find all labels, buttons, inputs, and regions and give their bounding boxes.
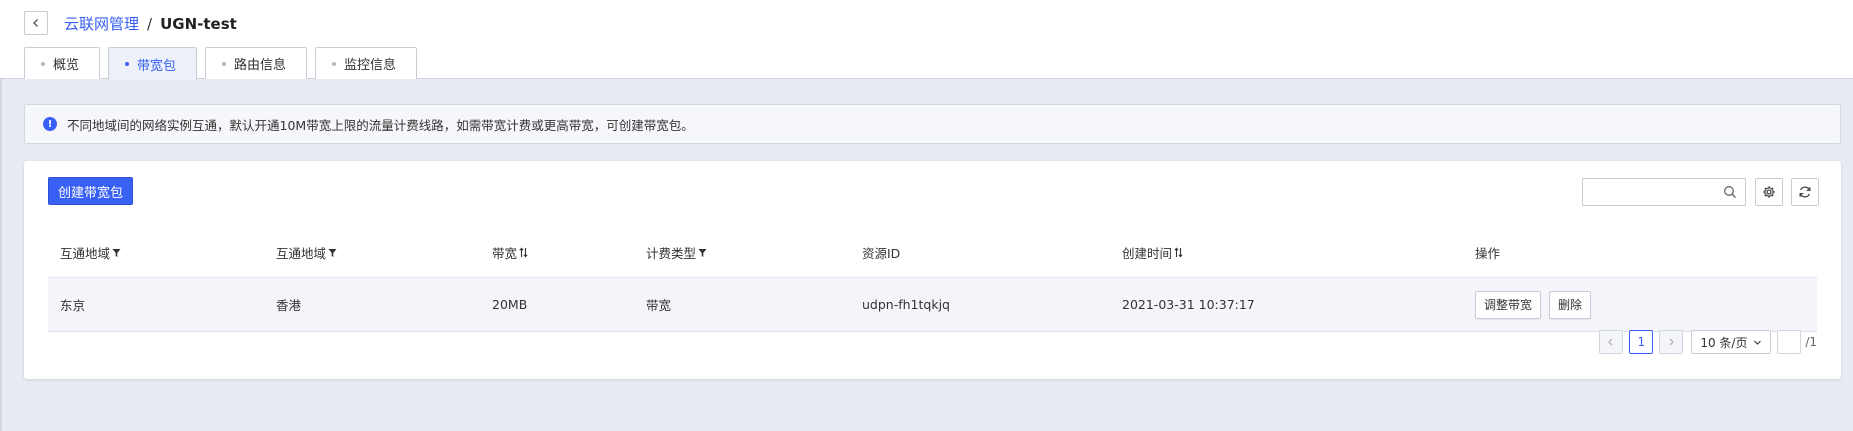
page-size-select[interactable]: 10 条/页 (1691, 330, 1772, 354)
column-header-label: 互通地域 (276, 246, 327, 261)
cell-region-b: 香港 (276, 298, 302, 313)
cell-bandwidth: 20MB (492, 297, 528, 312)
column-header-label: 互通地域 (60, 246, 111, 261)
cell-created-time: 2021-03-31 10:37:17 (1122, 297, 1255, 312)
chevron-left-icon (1608, 338, 1613, 346)
chevron-left-icon (33, 19, 38, 27)
cell-actions: 调整带宽 删除 (1463, 290, 1817, 319)
adjust-bandwidth-button[interactable]: 调整带宽 (1475, 290, 1542, 319)
page-number-button[interactable]: 1 (1629, 330, 1654, 354)
tab-dot-icon (41, 61, 45, 66)
tab-label: 概览 (53, 58, 80, 73)
cell-resource-id: udpn-fh1tqkjq (862, 297, 950, 312)
column-header-label: 创建时间 (1122, 246, 1173, 261)
tab-dot-icon (125, 62, 130, 66)
column-header-resource-id: 资源ID (850, 243, 1110, 262)
breadcrumb-parent-link[interactable]: 云联网管理 (64, 13, 139, 34)
column-header-created-time[interactable]: 创建时间 (1110, 243, 1463, 262)
page-size-value: 10 条/页 (1700, 335, 1748, 350)
column-header-label: 计费类型 (646, 246, 697, 261)
column-header-region-a[interactable]: 互通地域 (48, 243, 264, 262)
tab-overview[interactable]: 概览 (24, 47, 101, 79)
search-box[interactable] (1582, 178, 1746, 206)
back-button[interactable] (24, 11, 48, 35)
search-input[interactable] (1589, 179, 1719, 205)
info-icon: ! (43, 117, 57, 131)
cell-region-a: 东京 (60, 298, 86, 313)
tab-dot-icon (222, 61, 227, 66)
gear-icon (1763, 186, 1775, 198)
info-notice: ! 不同地域间的网络实例互通，默认开通10M带宽上限的流量计费线路，如需带宽计费… (24, 104, 1841, 144)
tab-label: 带宽包 (137, 58, 177, 74)
page-jump-input[interactable] (1777, 330, 1802, 354)
filter-icon[interactable] (112, 248, 121, 258)
refresh-icon (1799, 186, 1811, 198)
tab-route-info[interactable]: 路由信息 (205, 47, 308, 79)
table-row: 东京 香港 20MB 带宽 udpn-fh1tqkjq 2021-03-31 1… (48, 278, 1817, 332)
breadcrumb-separator: / (147, 14, 153, 33)
sort-icon[interactable] (519, 247, 528, 258)
tab-label: 路由信息 (234, 58, 287, 73)
chevron-right-icon (1669, 338, 1675, 346)
tab-monitor-info[interactable]: 监控信息 (315, 47, 418, 79)
next-page-button[interactable] (1659, 330, 1684, 354)
tab-bandwidth-package[interactable]: 带宽包 (108, 47, 198, 80)
delete-button[interactable]: 删除 (1549, 290, 1592, 319)
search-icon[interactable] (1723, 185, 1737, 199)
column-header-label: 资源ID (862, 246, 901, 261)
column-header-billing-type[interactable]: 计费类型 (634, 243, 850, 262)
settings-button[interactable] (1755, 178, 1783, 206)
top-header: 云联网管理 / UGN-test 概览 带宽包 路由信息 监控信息 (0, 0, 1853, 80)
tab-label: 监控信息 (344, 58, 397, 73)
column-header-label: 带宽 (492, 246, 518, 261)
pagination: 1 10 条/页 /1 (1593, 330, 1817, 354)
filter-icon[interactable] (328, 248, 337, 258)
tab-dot-icon (332, 61, 337, 66)
page-total: /1 (1805, 335, 1817, 349)
page-left-edge (0, 79, 2, 431)
column-header-region-b[interactable]: 互通地域 (264, 243, 480, 262)
notice-text: 不同地域间的网络实例互通，默认开通10M带宽上限的流量计费线路，如需带宽计费或更… (67, 117, 694, 133)
create-bandwidth-package-button[interactable]: 创建带宽包 (48, 177, 134, 205)
table-header: 互通地域 互通地域 带宽 计费类型 资源ID 创建时间 操作 (48, 228, 1817, 278)
column-header-label: 操作 (1475, 246, 1501, 261)
cell-billing-type: 带宽 (646, 298, 672, 313)
refresh-button[interactable] (1791, 178, 1819, 206)
bandwidth-package-table: 互通地域 互通地域 带宽 计费类型 资源ID 创建时间 操作 东京 香港 20M… (48, 228, 1817, 332)
prev-page-button[interactable] (1599, 330, 1624, 354)
sort-icon[interactable] (1174, 247, 1183, 258)
column-header-bandwidth[interactable]: 带宽 (480, 243, 634, 262)
column-header-actions: 操作 (1463, 243, 1817, 262)
bandwidth-package-panel: 创建带宽包 互通地域 互通地域 带宽 计费类型 资源ID 创建时间 操作 东京 … (24, 161, 1841, 379)
chevron-down-icon (1754, 340, 1762, 345)
tab-bar: 概览 带宽包 路由信息 监控信息 (24, 47, 425, 80)
filter-icon[interactable] (698, 248, 707, 258)
page-title: UGN-test (160, 14, 237, 33)
breadcrumb: 云联网管理 / UGN-test (64, 13, 237, 34)
